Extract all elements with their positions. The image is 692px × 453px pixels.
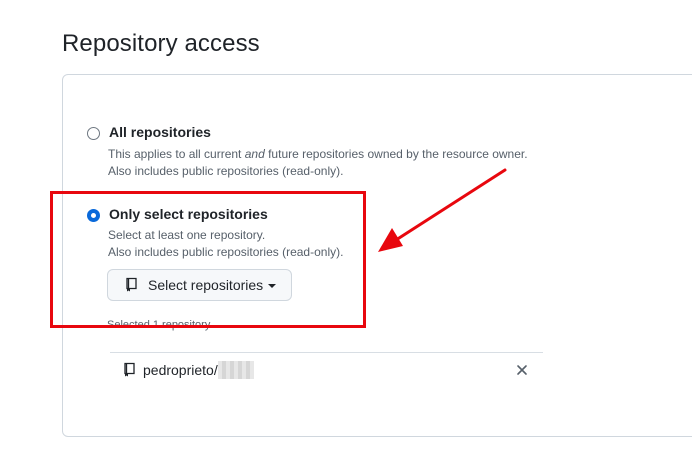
radio-only-select-repositories[interactable] (87, 209, 100, 222)
remove-repository-close-icon[interactable] (514, 362, 530, 378)
selected-repository-row: pedroprieto/ (123, 360, 254, 380)
selected-repositories-count: Selected 1 repository. (107, 319, 213, 331)
note-text: future repositories owned by the resourc… (264, 147, 528, 161)
repository-access-page: Repository access All repositories This … (0, 0, 692, 453)
option-all-repositories-note: This applies to all current and future r… (108, 147, 528, 161)
option-only-select-note: Select at least one repository. (108, 228, 266, 242)
option-only-select-label[interactable]: Only select repositories (109, 206, 268, 222)
repo-icon (126, 277, 137, 292)
note-text: This applies to all current (108, 147, 245, 161)
radio-all-repositories[interactable] (87, 127, 100, 140)
repository-name: pedroprieto/ (143, 362, 218, 378)
list-divider (110, 352, 543, 353)
redacted-repository-name (217, 361, 254, 379)
chevron-down-icon (268, 284, 277, 288)
option-only-select-note-2: Also includes public repositories (read-… (108, 245, 344, 259)
section-title: Repository access (62, 30, 260, 57)
option-all-repositories-label[interactable]: All repositories (109, 124, 211, 140)
note-emphasis: and (244, 147, 265, 161)
option-all-repositories-note-2: Also includes public repositories (read-… (108, 164, 344, 178)
select-repositories-button[interactable]: Select repositories (107, 269, 292, 301)
repo-icon (124, 362, 135, 377)
select-repositories-label: Select repositories (148, 277, 264, 293)
